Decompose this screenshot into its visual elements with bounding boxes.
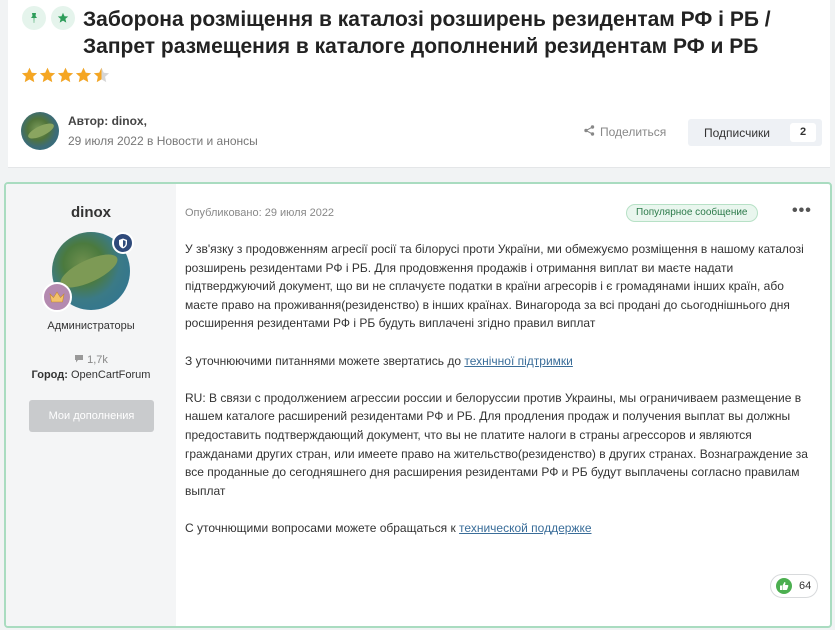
author-meta: Автор: dinox, 29 июля 2022 в Новости и а…	[68, 114, 258, 148]
support-text-uk: З уточнюючими питаннями можете звертатис…	[185, 353, 465, 368]
support-link-ru[interactable]: технической поддержке	[459, 521, 591, 535]
published-date: Опубликовано: 29 июля 2022	[185, 207, 335, 219]
city-label: Город:	[31, 369, 68, 381]
shield-icon	[112, 232, 134, 254]
topic-date: 29 июля 2022	[68, 134, 144, 148]
share-label: Поделиться	[600, 125, 667, 139]
author-city: Город: OpenCartForum	[6, 369, 176, 381]
post-count: 1,7k	[6, 354, 176, 366]
pin-icon	[22, 6, 46, 30]
post-main: Опубликовано: 29 июля 2022 Популярное со…	[176, 184, 830, 626]
featured-star-icon	[51, 6, 75, 30]
author-group: Администраторы	[47, 320, 135, 332]
city-value: OpenCartForum	[70, 369, 151, 381]
rating-star-icon[interactable]	[21, 66, 38, 84]
subscribers-count: 2	[790, 123, 816, 142]
author-row: Автор: dinox, 29 июля 2022 в Новости и а…	[21, 112, 258, 150]
in-word: в	[147, 134, 154, 148]
post-body: У зв'язку з продовженням агресії росії т…	[185, 240, 815, 556]
share-icon	[584, 125, 595, 139]
subscribers-button[interactable]: Подписчики 2	[688, 119, 822, 146]
rating-star-icon[interactable]	[93, 66, 110, 84]
post-paragraph-ru-support: С уточнющими вопросами можете обращаться…	[185, 519, 815, 538]
share-button[interactable]: Поделиться	[584, 125, 666, 139]
rank-crown-icon	[42, 282, 72, 312]
reaction-button[interactable]: 64	[770, 574, 818, 598]
rating-stars[interactable]	[21, 66, 111, 84]
author-avatar[interactable]	[21, 112, 59, 150]
reaction-count: 64	[799, 580, 812, 592]
title-row: Заборона розміщення в каталозі розширень…	[22, 6, 822, 60]
post-paragraph-ru: RU: В связи с продолжением агрессии росс…	[185, 390, 808, 498]
post-paragraph-uk-support: З уточнюючими питаннями можете звертатис…	[185, 352, 815, 371]
support-link-uk[interactable]: технічної підтримки	[464, 354, 573, 368]
rating-star-icon[interactable]	[75, 66, 92, 84]
ellipsis-icon[interactable]: •••	[792, 202, 812, 220]
popular-badge: Популярное сообщение	[626, 204, 758, 222]
author-label[interactable]: Автор: dinox,	[68, 114, 258, 128]
post-author-sidebar: dinox Администраторы 1,7k Город: OpenCar…	[6, 184, 176, 626]
post-paragraph-uk: У зв'язку з продовженням агресії росії т…	[185, 242, 804, 331]
subscribers-label: Подписчики	[704, 125, 771, 140]
my-addons-button[interactable]: Мои дополнения	[29, 400, 154, 432]
support-text-ru: С уточнющими вопросами можете обращаться…	[185, 520, 460, 535]
rating-star-icon[interactable]	[57, 66, 74, 84]
rating-star-icon[interactable]	[39, 66, 56, 84]
page-title: Заборона розміщення в каталозі розширень…	[83, 8, 771, 58]
comment-icon	[74, 354, 87, 366]
post-author-name[interactable]: dinox	[6, 204, 176, 221]
post-card: dinox Администраторы 1,7k Город: OpenCar…	[4, 182, 832, 628]
forum-link[interactable]: Новости и анонсы	[157, 134, 258, 148]
topic-date-line: 29 июля 2022 в Новости и анонсы	[68, 134, 258, 148]
topic-header: Заборона розміщення в каталозі розширень…	[8, 0, 830, 168]
like-reaction-icon	[776, 578, 792, 594]
post-count-value: 1,7k	[87, 354, 108, 366]
